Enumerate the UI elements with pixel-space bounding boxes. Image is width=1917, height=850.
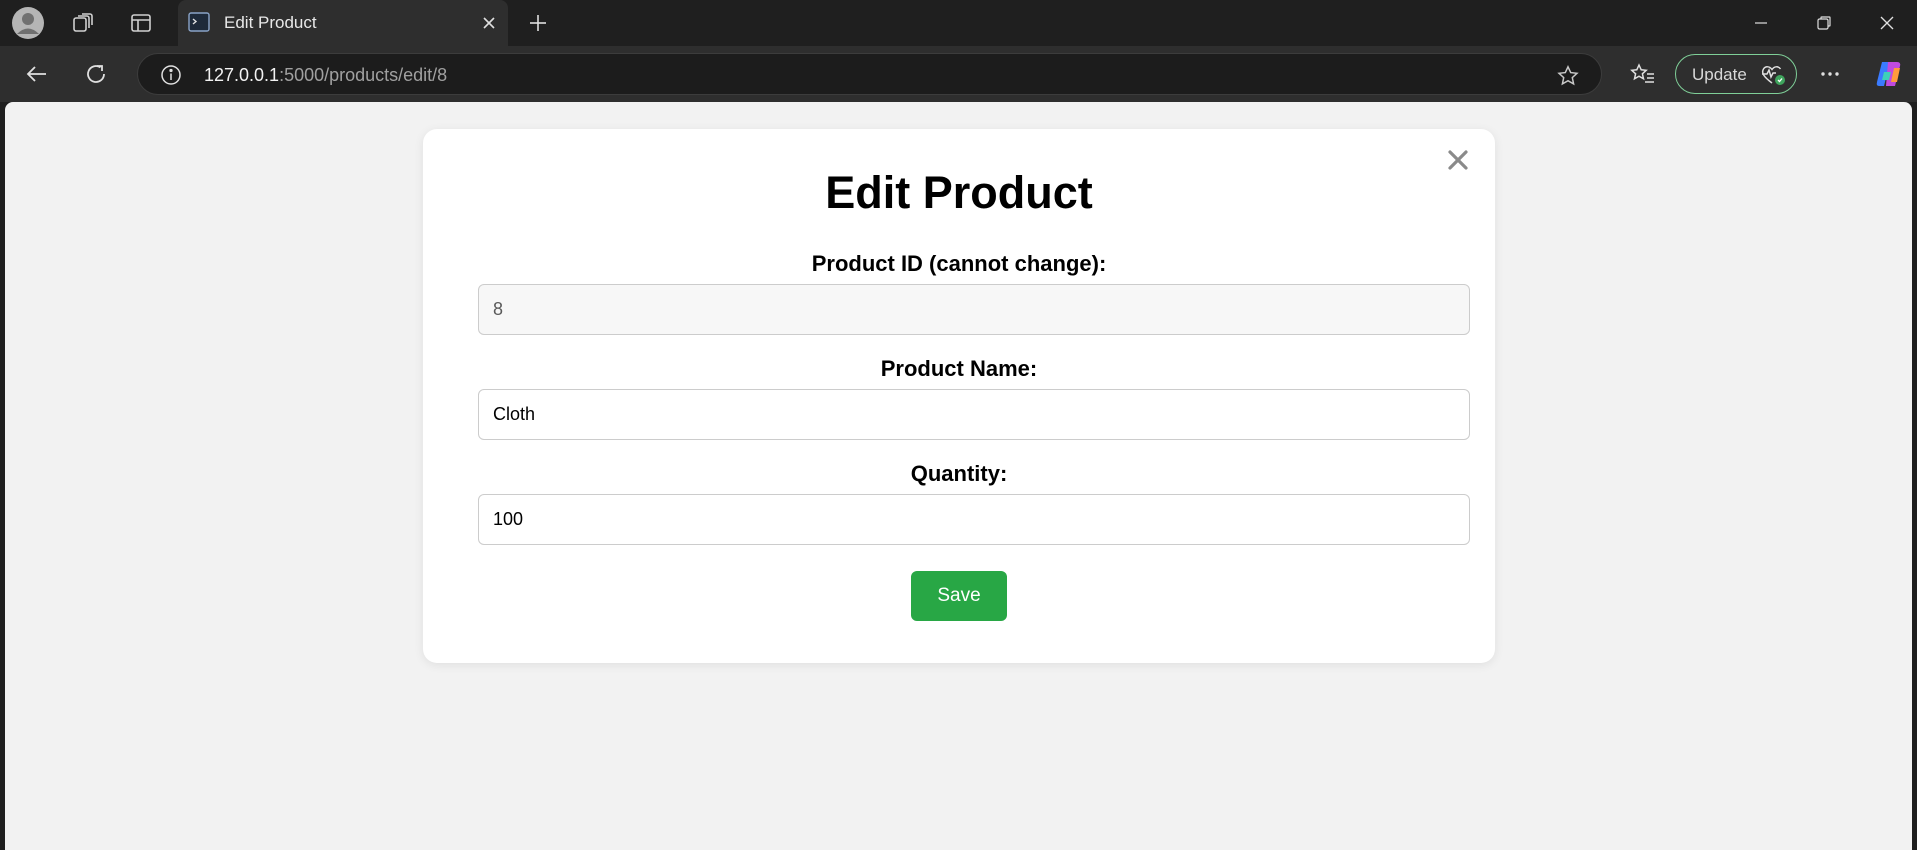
- tab-title: Edit Product: [224, 13, 317, 32]
- url-text[interactable]: 127.0.0.1:5000/products/edit/8: [204, 65, 447, 86]
- star-icon[interactable]: [1556, 64, 1580, 88]
- heart-pulse-icon: [1760, 63, 1786, 85]
- workspaces-icon[interactable]: [67, 7, 99, 39]
- minimize-icon[interactable]: [1738, 4, 1784, 42]
- page-title: Edit Product: [825, 167, 1093, 218]
- save-button[interactable]: Save: [911, 571, 1007, 621]
- product-name-label: Product Name:: [880, 356, 1038, 381]
- info-icon[interactable]: [160, 64, 182, 86]
- update-button[interactable]: Update: [1675, 54, 1797, 94]
- plus-icon[interactable]: [522, 8, 554, 38]
- back-arrow-icon[interactable]: [19, 56, 55, 92]
- update-label: Update: [1692, 65, 1747, 84]
- url-host: 127.0.0.1: [204, 65, 280, 85]
- product-id-field: [478, 284, 1470, 335]
- tab-bar: Edit Product: [0, 0, 1917, 46]
- restore-icon[interactable]: [1801, 4, 1847, 42]
- refresh-icon[interactable]: [78, 56, 114, 92]
- terminal-icon: [188, 12, 210, 32]
- close-window-icon[interactable]: [1864, 4, 1910, 42]
- tab-actions-icon[interactable]: [125, 7, 157, 39]
- browser-toolbar: 127.0.0.1:5000/products/edit/8 Update: [0, 46, 1917, 102]
- profile-icon[interactable]: [12, 7, 44, 39]
- url-path: :5000/products/edit/8: [279, 65, 448, 85]
- product-id-label: Product ID (cannot change):: [811, 251, 1107, 276]
- favorites-icon[interactable]: [1625, 56, 1661, 92]
- edit-product-card: Edit Product Product ID (cannot change):…: [423, 129, 1495, 663]
- quantity-field[interactable]: [478, 494, 1470, 545]
- product-name-field[interactable]: [478, 389, 1470, 440]
- close-tab-icon[interactable]: [478, 12, 500, 34]
- more-icon[interactable]: [1812, 56, 1848, 92]
- copilot-icon[interactable]: [1871, 56, 1907, 92]
- page-viewport: Edit Product Product ID (cannot change):…: [5, 102, 1912, 850]
- address-bar[interactable]: 127.0.0.1:5000/products/edit/8: [137, 53, 1602, 95]
- active-tab[interactable]: Edit Product: [178, 0, 508, 46]
- quantity-label: Quantity:: [910, 461, 1008, 486]
